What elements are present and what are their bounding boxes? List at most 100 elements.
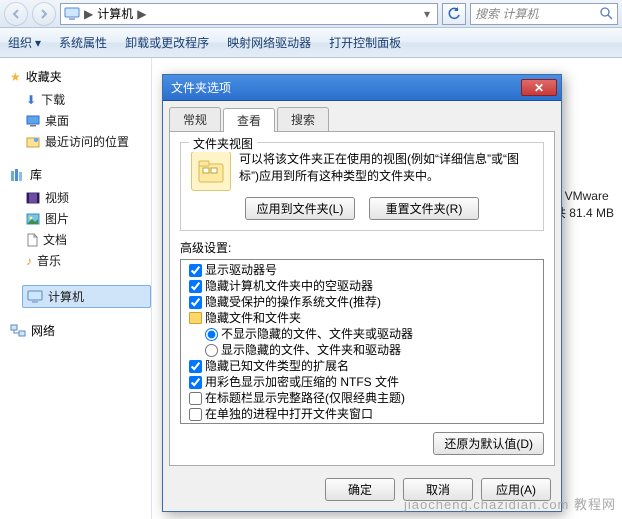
checkbox-icon[interactable] (189, 408, 202, 421)
network-icon (10, 324, 26, 338)
setting-label: 隐藏受保护的操作系统文件(推荐) (205, 294, 381, 310)
folder-views-group: 文件夹视图 可以将该文件夹正在使用的视图(例如“详细信息”或“图标”)应用到所有… (180, 142, 544, 231)
advanced-setting-item[interactable]: 显示驱动器号 (183, 262, 541, 278)
organize-menu[interactable]: 组织▾ (8, 34, 41, 51)
dialog-title: 文件夹选项 (171, 79, 231, 96)
setting-label: 隐藏文件和文件夹 (205, 310, 301, 326)
nav-downloads[interactable]: ⬇下载 (10, 89, 151, 110)
tab-panel-view: 文件夹视图 可以将该文件夹正在使用的视图(例如“详细信息”或“图标”)应用到所有… (169, 131, 555, 466)
advanced-setting-item[interactable]: 在缩略图上显示文件图标 (183, 422, 541, 424)
computer-icon (64, 7, 80, 21)
setting-label: 显示驱动器号 (205, 262, 277, 278)
ok-button[interactable]: 确定 (325, 478, 395, 501)
nav-recent[interactable]: 最近访问的位置 (10, 131, 151, 152)
setting-label: 隐藏计算机文件夹中的空驱动器 (205, 278, 373, 294)
radio-icon[interactable] (205, 328, 218, 341)
nav-desktop[interactable]: 桌面 (10, 110, 151, 131)
chevron-right-icon[interactable]: ▶ (137, 7, 146, 21)
nav-videos[interactable]: 视频 (10, 187, 151, 208)
folder-views-legend: 文件夹视图 (189, 135, 257, 152)
libraries-header[interactable]: 库 (10, 166, 151, 183)
nav-forward-button[interactable] (32, 2, 56, 26)
libraries-icon (10, 168, 25, 182)
uninstall-programs-button[interactable]: 卸载或更改程序 (125, 34, 209, 51)
desktop-icon (26, 115, 40, 127)
folder-options-dialog: 文件夹选项 ✕ 常规 查看 搜索 文件夹视图 可以将该文件夹正在使用的视图(例如… (162, 74, 562, 512)
advanced-setting-item[interactable]: 隐藏受保护的操作系统文件(推荐) (183, 294, 541, 310)
address-dropdown-icon[interactable]: ▾ (420, 7, 434, 21)
refresh-button[interactable] (442, 3, 466, 25)
search-placeholder: 搜索 计算机 (475, 5, 538, 22)
folder-icon (189, 312, 202, 324)
nav-network[interactable]: 网络 (10, 322, 151, 339)
system-properties-button[interactable]: 系统属性 (59, 34, 107, 51)
folder-view-icon (191, 151, 231, 191)
advanced-setting-item[interactable]: 在单独的进程中打开文件夹窗口 (183, 406, 541, 422)
advanced-setting-item[interactable]: 在标题栏显示完整路径(仅限经典主题) (183, 390, 541, 406)
nav-music[interactable]: ♪音乐 (10, 250, 151, 271)
tab-search[interactable]: 搜索 (277, 107, 329, 131)
nav-documents[interactable]: 文档 (10, 229, 151, 250)
restore-defaults-button[interactable]: 还原为默认值(D) (433, 432, 544, 455)
advanced-setting-item[interactable]: 隐藏文件和文件夹 (183, 310, 541, 326)
checkbox-icon[interactable] (189, 376, 202, 389)
video-icon (26, 192, 40, 204)
search-input[interactable]: 搜索 计算机 (470, 3, 618, 25)
tab-general[interactable]: 常规 (169, 107, 221, 131)
close-button[interactable]: ✕ (521, 79, 557, 96)
setting-label: 用彩色显示加密或压缩的 NTFS 文件 (205, 374, 399, 390)
radio-icon[interactable] (205, 344, 218, 357)
explorer-titlebar: ▶ 计算机 ▶ ▾ 搜索 计算机 (0, 0, 622, 28)
checkbox-icon[interactable] (189, 360, 202, 373)
reset-folders-button[interactable]: 重置文件夹(R) (369, 197, 479, 220)
dialog-tabstrip: 常规 查看 搜索 (163, 101, 561, 131)
star-icon: ★ (10, 70, 21, 84)
cancel-button[interactable]: 取消 (403, 478, 473, 501)
music-icon: ♪ (26, 254, 32, 268)
checkbox-icon[interactable] (189, 264, 202, 277)
advanced-setting-item[interactable]: 显示隐藏的文件、文件夹和驱动器 (183, 342, 541, 358)
tab-view[interactable]: 查看 (223, 108, 275, 132)
nav-computer[interactable]: 计算机 (22, 285, 151, 308)
recent-icon (26, 136, 40, 148)
control-panel-button[interactable]: 打开控制面板 (329, 34, 401, 51)
checkbox-icon[interactable] (189, 296, 202, 309)
nav-pictures[interactable]: 图片 (10, 208, 151, 229)
advanced-setting-item[interactable]: 不显示隐藏的文件、文件夹或驱动器 (183, 326, 541, 342)
picture-icon (26, 213, 40, 225)
nav-back-button[interactable] (4, 2, 28, 26)
advanced-setting-item[interactable]: 隐藏已知文件类型的扩展名 (183, 358, 541, 374)
command-bar: 组织▾ 系统属性 卸载或更改程序 映射网络驱动器 打开控制面板 (0, 28, 622, 58)
checkbox-icon[interactable] (189, 280, 202, 293)
drive-item-partial[interactable]: :) VMware 共 81.4 MB (554, 188, 614, 222)
navigation-pane: ★ 收藏夹 ⬇下载 桌面 最近访问的位置 库 视频 图片 文档 ♪音乐 计算机 … (0, 58, 152, 519)
setting-label: 在单独的进程中打开文件夹窗口 (205, 406, 373, 422)
advanced-setting-item[interactable]: 隐藏计算机文件夹中的空驱动器 (183, 278, 541, 294)
checkbox-icon[interactable] (189, 424, 202, 425)
apply-to-folders-button[interactable]: 应用到文件夹(L) (245, 197, 355, 220)
chevron-down-icon: ▾ (35, 36, 41, 50)
address-bar[interactable]: ▶ 计算机 ▶ ▾ (60, 3, 438, 25)
setting-label: 显示隐藏的文件、文件夹和驱动器 (221, 342, 401, 358)
document-icon (26, 233, 38, 247)
dialog-titlebar[interactable]: 文件夹选项 ✕ (163, 75, 561, 101)
setting-label: 在标题栏显示完整路径(仅限经典主题) (205, 390, 405, 406)
setting-label: 隐藏已知文件类型的扩展名 (205, 358, 349, 374)
search-icon (600, 7, 613, 20)
close-icon: ✕ (534, 81, 544, 95)
folder-views-desc: 可以将该文件夹正在使用的视图(例如“详细信息”或“图标”)应用到所有这种类型的文… (239, 151, 533, 191)
checkbox-icon[interactable] (189, 392, 202, 405)
setting-label: 不显示隐藏的文件、文件夹或驱动器 (221, 326, 413, 342)
favorites-header[interactable]: ★ 收藏夹 (10, 68, 151, 85)
computer-icon (27, 290, 43, 304)
download-icon: ⬇ (26, 93, 36, 107)
apply-button[interactable]: 应用(A) (481, 478, 551, 501)
setting-label: 在缩略图上显示文件图标 (205, 422, 337, 424)
advanced-settings-label: 高级设置: (180, 239, 544, 256)
breadcrumb-computer[interactable]: 计算机 (97, 5, 133, 22)
map-drive-button[interactable]: 映射网络驱动器 (227, 34, 311, 51)
advanced-settings-tree[interactable]: 显示驱动器号隐藏计算机文件夹中的空驱动器隐藏受保护的操作系统文件(推荐)隐藏文件… (180, 259, 544, 424)
advanced-setting-item[interactable]: 用彩色显示加密或压缩的 NTFS 文件 (183, 374, 541, 390)
dialog-footer: 确定 取消 应用(A) (163, 472, 561, 511)
chevron-right-icon[interactable]: ▶ (84, 7, 93, 21)
